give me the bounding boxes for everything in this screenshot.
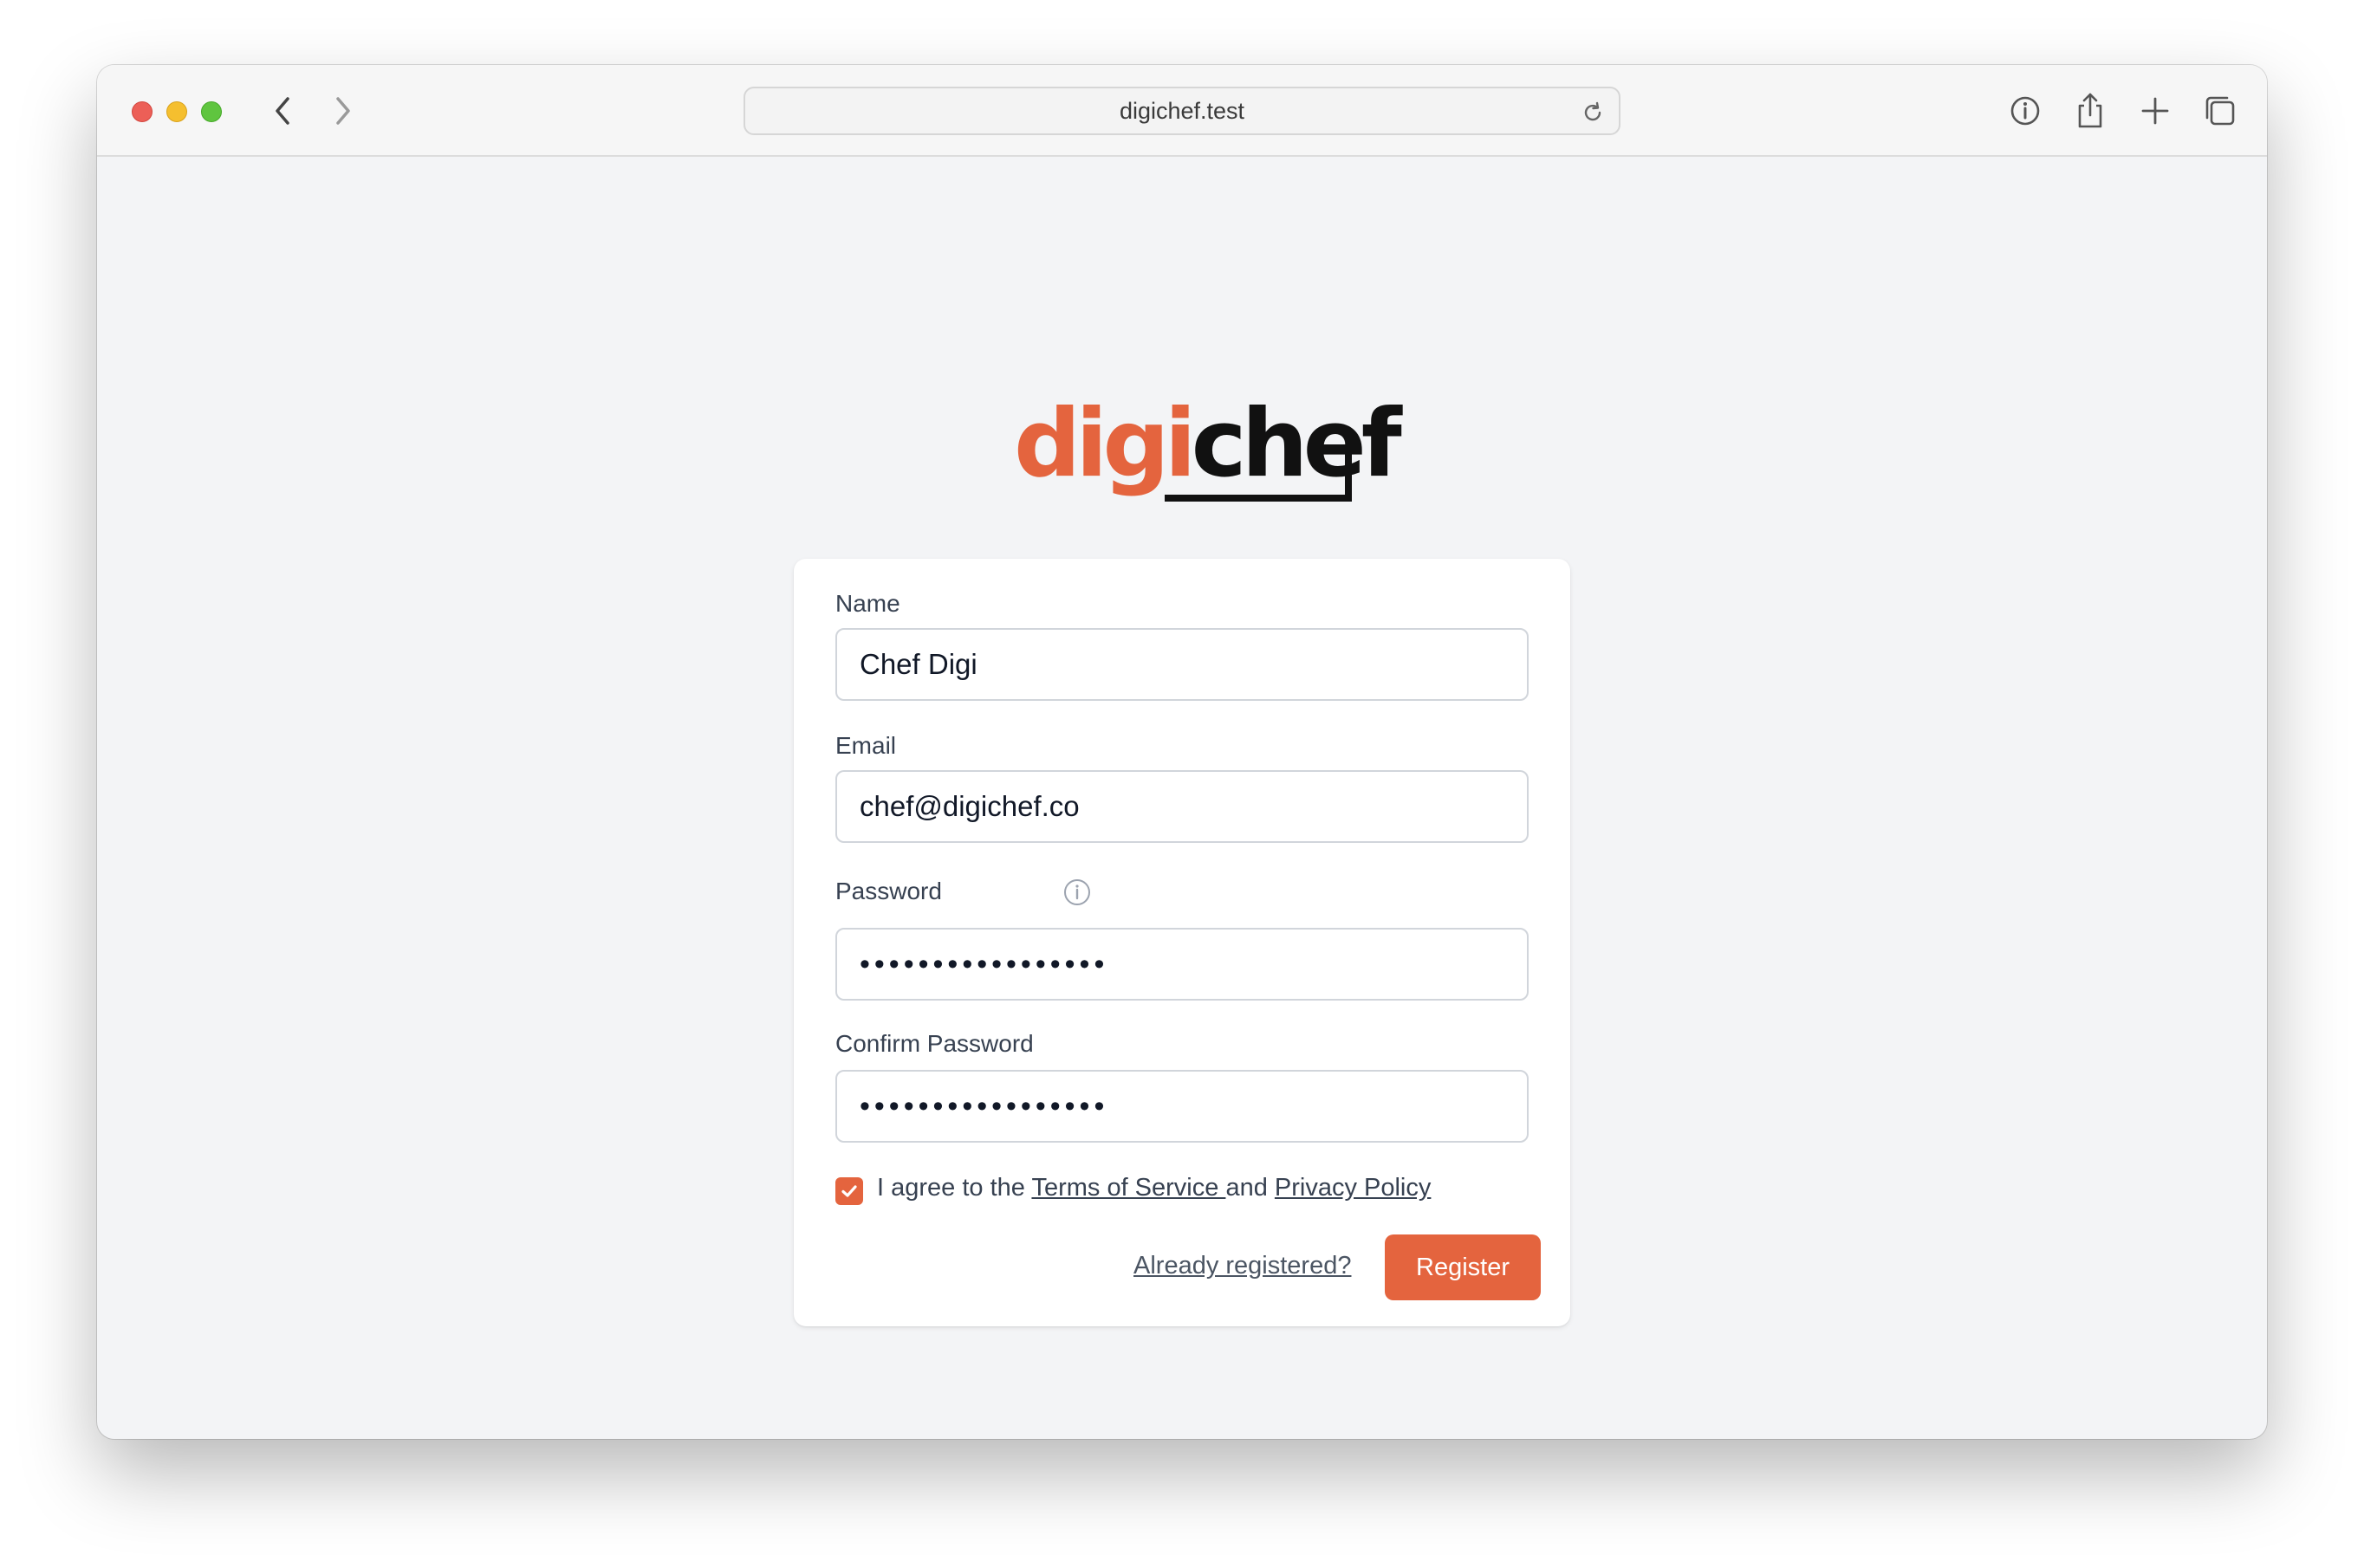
info-icon [2010, 96, 2040, 126]
logo-tick [1345, 450, 1352, 502]
register-button[interactable]: Register [1385, 1234, 1541, 1300]
password-field[interactable]: ••••••••••••••••• [835, 928, 1529, 1001]
name-label: Name [835, 590, 900, 617]
agree-checkbox[interactable] [835, 1177, 863, 1205]
email-field[interactable]: chef@digichef.co [835, 770, 1529, 843]
reload-icon[interactable] [1579, 99, 1607, 126]
confirm-password-label: Confirm Password [835, 1030, 1034, 1057]
password-info-icon[interactable] [1062, 878, 1092, 907]
agree-prefix: I agree to the [877, 1174, 1032, 1202]
logo-chef: chef [1191, 390, 1402, 498]
chevron-right-icon [336, 97, 350, 125]
browser-window: digichef.test digichef Name Chef Digi Em… [97, 65, 2267, 1439]
logo-digi: digi [1014, 390, 1197, 498]
share-button[interactable] [2070, 91, 2110, 131]
plus-icon [2141, 97, 2169, 125]
chevron-left-icon [276, 97, 289, 125]
already-registered-link[interactable]: Already registered? [1133, 1252, 1351, 1280]
agree-mid: and [1225, 1174, 1275, 1202]
register-card: Name Chef Digi Email chef@digichef.co Pa… [794, 559, 1570, 1326]
digichef-logo[interactable]: digichef [1014, 398, 1402, 502]
minimize-window-button[interactable] [166, 101, 187, 122]
address-bar[interactable]: digichef.test [744, 87, 1620, 135]
name-field[interactable]: Chef Digi [835, 628, 1529, 701]
privacy-link[interactable]: Privacy Policy [1275, 1174, 1432, 1202]
logo-wordmark: digichef [1014, 398, 1402, 491]
url-text: digichef.test [1119, 97, 1245, 124]
password-label: Password [835, 878, 942, 904]
agree-text: I agree to the Terms of Service and Priv… [877, 1174, 1431, 1202]
email-label: Email [835, 732, 897, 759]
forward-button[interactable] [326, 94, 360, 128]
logo-underline [1165, 495, 1352, 502]
page-content: digichef Name Chef Digi Email chef@digic… [97, 159, 2267, 1439]
browser-toolbar: digichef.test [97, 65, 2267, 157]
share-icon [2078, 93, 2102, 128]
maximize-window-button[interactable] [201, 101, 222, 122]
terms-link[interactable]: Terms of Service [1031, 1174, 1225, 1202]
site-info-button[interactable] [2005, 91, 2045, 131]
close-window-button[interactable] [132, 101, 153, 122]
confirm-password-field[interactable]: ••••••••••••••••• [835, 1070, 1529, 1143]
tabs-overview-icon [2205, 96, 2235, 126]
new-tab-button[interactable] [2135, 91, 2175, 131]
checkmark-icon [841, 1185, 857, 1197]
tab-overview-button[interactable] [2200, 91, 2240, 131]
back-button[interactable] [265, 94, 300, 128]
